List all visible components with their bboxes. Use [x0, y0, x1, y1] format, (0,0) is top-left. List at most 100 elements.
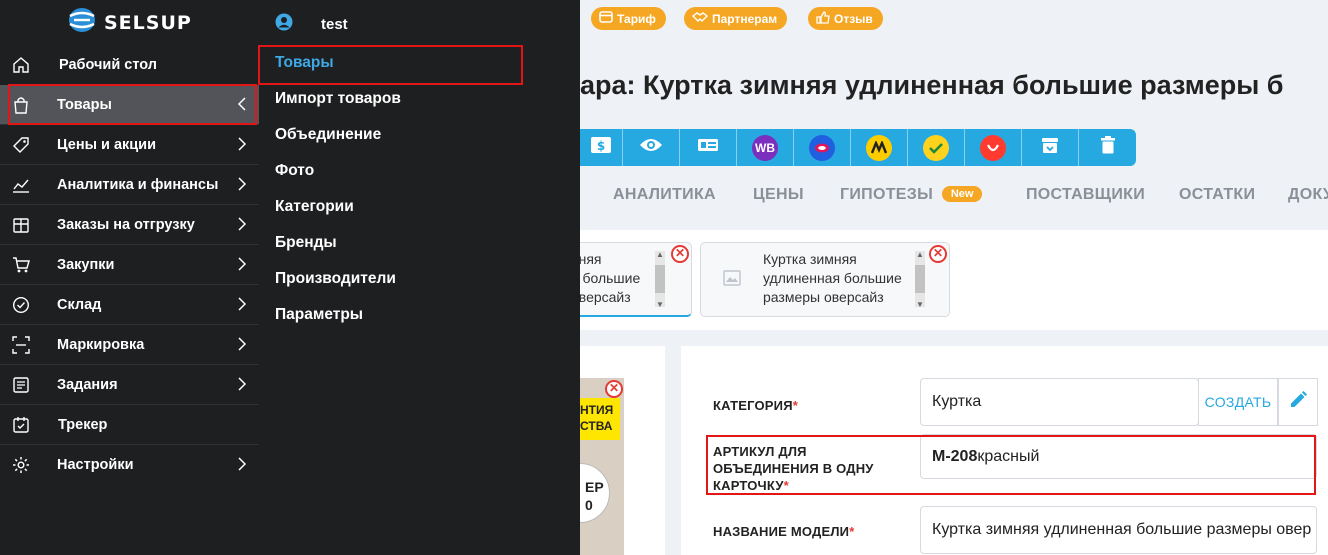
- archive-action-button[interactable]: [1022, 129, 1079, 166]
- yandex-market-action-button[interactable]: [851, 129, 908, 166]
- submenu-item-categories[interactable]: Категории: [275, 198, 354, 216]
- category-field[interactable]: Куртка: [920, 378, 1199, 426]
- sidebar-item-settings[interactable]: Настройки: [0, 445, 259, 485]
- submenu-item-photo[interactable]: Фото: [275, 162, 314, 180]
- partners-label: Партнерам: [712, 11, 778, 26]
- image-placeholder-icon: [723, 270, 741, 291]
- article-value-rest: красный: [977, 447, 1040, 465]
- cart-icon: [12, 256, 30, 274]
- article-label-text: АРТИКУЛ ДЛЯ ОБЪЕДИНЕНИЯ В ОДНУ КАРТОЧКУ: [713, 444, 874, 493]
- sidebar: SELSUP Рабочий стол Товары Цены и акции …: [0, 0, 260, 555]
- sidebar-item-label: Задания: [57, 377, 118, 393]
- model-name-label: НАЗВАНИЕ МОДЕЛИ*: [713, 523, 855, 540]
- sidebar-item-desktop[interactable]: Рабочий стол: [0, 45, 259, 85]
- sidebar-item-label: Рабочий стол: [59, 57, 157, 73]
- submenu-item-brands[interactable]: Бренды: [275, 234, 337, 252]
- remove-image-button[interactable]: ✕: [605, 380, 623, 398]
- chevron-right-icon: [237, 297, 247, 311]
- card-action-button[interactable]: [680, 129, 737, 166]
- sidebar-item-tracker[interactable]: Трекер: [0, 405, 259, 445]
- sidebar-item-warehouse[interactable]: Склад: [0, 285, 259, 325]
- edit-category-button[interactable]: [1278, 378, 1318, 426]
- submenu-item-import[interactable]: Импорт товаров: [275, 90, 401, 108]
- wildberries-action-button[interactable]: WB: [737, 129, 794, 166]
- submenu-item-manufacturers[interactable]: Производители: [275, 270, 396, 288]
- product-action-bar: $ WB: [580, 129, 1136, 166]
- preview-action-button[interactable]: [623, 129, 680, 166]
- line-chart-icon: [12, 176, 30, 194]
- sidebar-item-marking[interactable]: Маркировка: [0, 325, 259, 365]
- sidebar-item-label: Заказы на отгрузку: [57, 217, 195, 233]
- card-scrollbar[interactable]: ▲ ▼: [655, 250, 665, 309]
- chevron-left-icon: [237, 97, 247, 111]
- page-title: ара: Куртка зимняя удлиненная большие ра…: [580, 70, 1284, 100]
- tab-documents[interactable]: ДОКУ: [1288, 186, 1328, 204]
- submenu-item-merge[interactable]: Объединение: [275, 126, 381, 144]
- feedback-button[interactable]: Отзыв: [808, 7, 883, 30]
- linked-product-title: яняя я большие оверсайз: [580, 251, 641, 305]
- pencil-icon: [1288, 390, 1308, 415]
- new-badge: New: [941, 186, 983, 202]
- image-circle-label: ЕР 0: [580, 463, 610, 523]
- sidebar-item-prices[interactable]: Цены и акции: [0, 125, 259, 165]
- linked-product-card[interactable]: яняя я большие оверсайз ▲▼ ✕: [580, 242, 692, 317]
- logo[interactable]: SELSUP: [66, 6, 192, 39]
- model-name-label-text: НАЗВАНИЕ МОДЕЛИ: [713, 524, 850, 539]
- shopping-bag-icon: [12, 96, 30, 114]
- sidebar-item-purchases[interactable]: Закупки: [0, 245, 259, 285]
- sidebar-item-label: Склад: [57, 297, 102, 313]
- linked-product-card[interactable]: Куртка зимняя удлиненная большие размеры…: [700, 242, 950, 317]
- price-tag-icon: $: [590, 135, 612, 160]
- remove-card-button[interactable]: ✕: [929, 245, 947, 263]
- model-name-field[interactable]: Куртка зимняя удлиненная большие размеры…: [920, 506, 1317, 554]
- tab-stock[interactable]: ОСТАТКИ: [1179, 186, 1255, 204]
- image-banner: НТИЯ СТВА: [580, 398, 620, 440]
- create-category-button[interactable]: СОЗДАТЬ: [1198, 378, 1278, 426]
- submenu-item-products[interactable]: Товары: [275, 54, 334, 72]
- sidebar-item-products[interactable]: Товары: [0, 85, 259, 125]
- home-icon: [12, 56, 30, 74]
- sidebar-item-orders[interactable]: Заказы на отгрузку: [0, 205, 259, 245]
- user-menu[interactable]: test: [275, 13, 348, 36]
- tab-hypotheses[interactable]: ГИПОТЕЗЫ New: [840, 186, 983, 204]
- sidebar-item-label: Цены и акции: [57, 137, 157, 153]
- tariff-label: Тариф: [617, 11, 656, 26]
- wildberries-icon: WB: [752, 134, 778, 161]
- calendar-check-icon: [12, 416, 30, 434]
- tab-prices[interactable]: ЦЕНЫ: [753, 186, 804, 204]
- article-value-bold: М-208: [932, 447, 978, 465]
- remove-card-button[interactable]: ✕: [671, 245, 689, 263]
- scan-icon: [12, 336, 30, 354]
- tab-analytics[interactable]: АНАЛИТИКА: [613, 186, 716, 204]
- task-list-icon: [12, 376, 30, 394]
- sidebar-item-tasks[interactable]: Задания: [0, 365, 259, 405]
- ozon-icon: [809, 134, 835, 161]
- delete-action-button[interactable]: [1079, 129, 1136, 166]
- chevron-right-icon: [237, 457, 247, 471]
- submenu-item-parameters[interactable]: Параметры: [275, 306, 363, 324]
- card-scrollbar[interactable]: ▲ ▼: [915, 250, 925, 309]
- check-circle-icon: [12, 296, 30, 314]
- main-content: Тариф Партнерам Отзыв ара: Куртка зимняя…: [580, 0, 1328, 555]
- ozon-action-button[interactable]: [794, 129, 851, 166]
- aliexpress-action-button[interactable]: [965, 129, 1022, 166]
- eye-icon: [639, 137, 663, 158]
- sidebar-item-label: Настройки: [57, 457, 134, 473]
- category-value: Куртка: [932, 393, 982, 410]
- tab-hypotheses-label: ГИПОТЕЗЫ: [840, 186, 934, 203]
- chevron-right-icon: [237, 257, 247, 271]
- megamarket-action-button[interactable]: [908, 129, 965, 166]
- sidebar-item-analytics[interactable]: Аналитика и финансы: [0, 165, 259, 205]
- partners-button[interactable]: Партнерам: [684, 7, 788, 30]
- article-label: АРТИКУЛ ДЛЯ ОБЪЕДИНЕНИЯ В ОДНУ КАРТОЧКУ*: [713, 443, 874, 494]
- tariff-button[interactable]: Тариф: [591, 7, 666, 30]
- trash-icon: [1099, 135, 1117, 160]
- image-banner-line: СТВА: [580, 419, 613, 433]
- prices-action-button[interactable]: $: [580, 129, 623, 166]
- user-name: test: [321, 16, 348, 33]
- logo-text: SELSUP: [104, 11, 192, 34]
- article-field[interactable]: М-208 красный: [920, 434, 1317, 479]
- sidebar-item-label: Маркировка: [57, 337, 145, 353]
- tab-suppliers[interactable]: ПОСТАВЩИКИ: [1026, 186, 1145, 204]
- product-image[interactable]: НТИЯ СТВА ЕР 0: [580, 378, 624, 555]
